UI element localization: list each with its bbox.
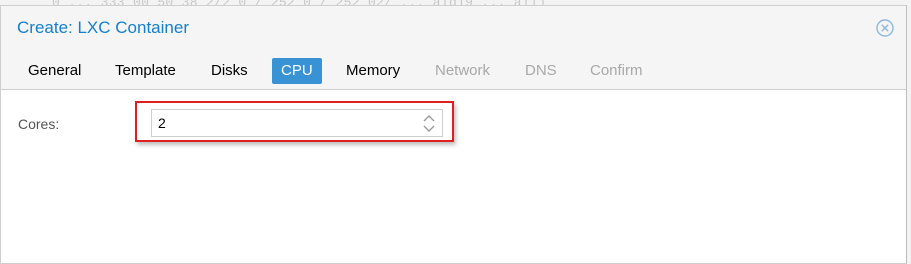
wizard-tab-bar: General Template Disks CPU Memory Networ… — [1, 49, 906, 90]
tab-general[interactable]: General — [19, 58, 90, 84]
dialog-titlebar: Create: LXC Container — [1, 6, 906, 49]
cores-spinner[interactable]: 2 — [151, 109, 443, 137]
tab-disks[interactable]: Disks — [202, 58, 257, 84]
cores-value[interactable]: 2 — [158, 115, 166, 131]
tab-template[interactable]: Template — [106, 58, 185, 84]
create-lxc-dialog: Create: LXC Container General Template D… — [0, 5, 907, 264]
tab-memory[interactable]: Memory — [337, 58, 409, 84]
dialog-title: Create: LXC Container — [17, 18, 189, 37]
cores-label: Cores: — [18, 116, 60, 132]
tab-confirm: Confirm — [590, 62, 643, 79]
cpu-panel: Cores: 2 — [1, 90, 906, 263]
close-icon[interactable] — [876, 19, 894, 37]
tab-dns: DNS — [525, 62, 557, 79]
spinner-arrows-icon[interactable] — [422, 113, 436, 134]
tab-network: Network — [435, 62, 491, 79]
tab-cpu[interactable]: CPU — [272, 58, 322, 84]
